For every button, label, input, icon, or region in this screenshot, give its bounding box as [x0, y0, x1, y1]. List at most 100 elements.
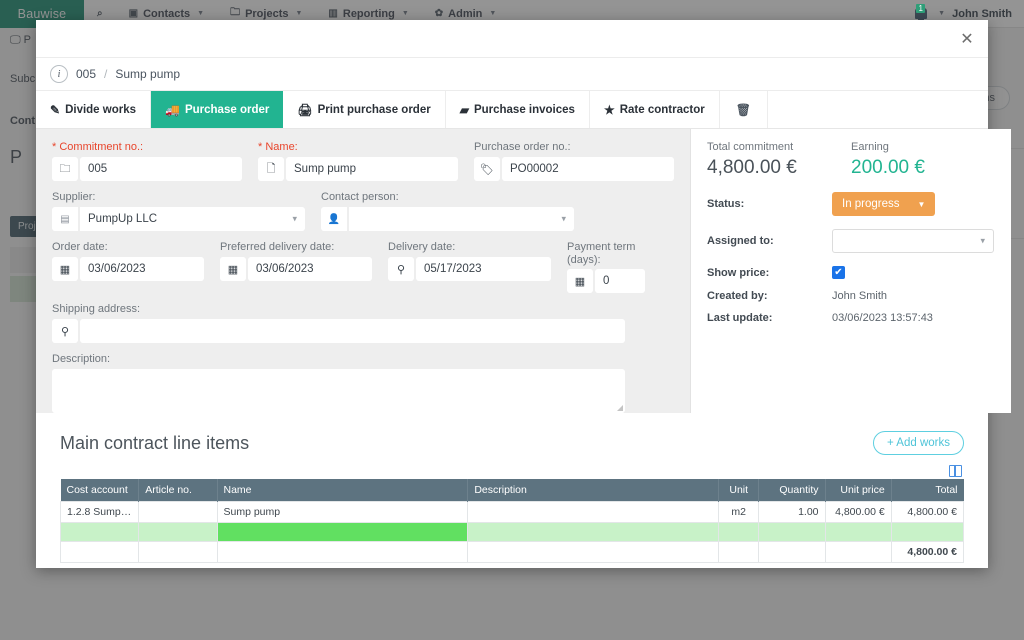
total-commitment: Total commitment 4,800.00 €	[707, 141, 851, 179]
order-date-input[interactable]: ▦ 03/06/2023	[52, 257, 204, 281]
line-items-table: Cost account Article no. Name Descriptio…	[59, 479, 965, 563]
breadcrumb-separator: /	[104, 67, 108, 81]
cell-total[interactable]: 4,800.00 €	[890, 501, 965, 523]
contact-person-value[interactable]	[349, 207, 574, 231]
commitment-no-label: * Commitment no.:	[52, 141, 144, 153]
status-row: Status: In progress ▼	[707, 192, 995, 216]
assigned-label: Assigned to:	[707, 235, 774, 247]
total-commitment-label: Total commitment	[707, 141, 794, 153]
tab-label: Purchase invoices	[473, 103, 575, 116]
show-price-row: Show price: ✔	[707, 266, 995, 279]
col-cost-account[interactable]: Cost account	[60, 479, 140, 502]
col-unit-price[interactable]: Unit price	[825, 479, 892, 502]
col-quantity[interactable]: Quantity	[758, 479, 826, 502]
commitment-no-value[interactable]: 005	[80, 157, 242, 181]
col-description[interactable]: Description	[467, 479, 720, 502]
cell-cost-account[interactable]: 1.2.8 Sump p...	[59, 501, 140, 523]
payment-term-input[interactable]: ▦ 0	[567, 269, 645, 293]
cell-article-no[interactable]	[138, 522, 218, 542]
purchase-order-modal: ✕ i 005 / Sump pump ✎ Divide works 🚚 Pur…	[36, 20, 1011, 568]
add-works-button[interactable]: + Add works	[873, 431, 964, 455]
calendar-icon: ▦	[52, 257, 78, 281]
purchase-order-no-value[interactable]: PO00002	[502, 157, 674, 181]
cell-article-no[interactable]	[138, 501, 218, 523]
description-textarea[interactable]	[52, 369, 625, 413]
name-input[interactable]: 🗋 Sump pump	[258, 157, 458, 181]
table-row-selected[interactable]	[59, 522, 965, 542]
delivery-date-value[interactable]: 05/17/2023	[416, 257, 551, 281]
col-name[interactable]: Name	[217, 479, 469, 502]
modal-header: ✕	[36, 20, 988, 57]
payment-term-value[interactable]: 0	[595, 269, 645, 293]
preferred-delivery-date-input[interactable]: ▦ 03/06/2023	[220, 257, 372, 281]
col-total[interactable]: Total	[891, 479, 964, 502]
close-icon[interactable]: ✕	[956, 29, 978, 49]
line-items-section: Main contract line items + Add works Cos…	[36, 413, 988, 568]
last-update-label: Last update:	[707, 312, 773, 324]
modal-tabs: ✎ Divide works 🚚 Purchase order 🖨 Print …	[36, 91, 988, 129]
cell-unit[interactable]: m2	[718, 501, 760, 523]
earning-label: Earning	[851, 141, 889, 153]
table-total-row: 4,800.00 €	[59, 541, 965, 563]
show-price-checkbox[interactable]: ✔	[832, 266, 845, 279]
status-label: Status:	[707, 198, 745, 210]
table-header-row: Cost account Article no. Name Descriptio…	[60, 479, 964, 502]
status-dropdown[interactable]: In progress ▼	[832, 192, 936, 216]
created-by-value: John Smith	[832, 290, 888, 302]
name-value[interactable]: Sump pump	[286, 157, 458, 181]
tab-print-purchase-order[interactable]: 🖨 Print purchase order	[283, 91, 446, 128]
contact-person-select[interactable]: 👤	[321, 207, 574, 231]
info-icon[interactable]: i	[50, 65, 68, 83]
column-picker[interactable]	[60, 465, 962, 477]
name-label: * Name:	[258, 141, 298, 153]
shipping-address-value[interactable]	[80, 319, 625, 343]
shipping-address-input[interactable]: ⚲	[52, 319, 625, 343]
tab-purchase-invoices[interactable]: ▰ Purchase invoices	[446, 91, 590, 128]
cell-unit[interactable]	[718, 522, 760, 542]
cell-unit	[718, 541, 760, 563]
delivery-date-input[interactable]: ⚲ 05/17/2023	[388, 257, 551, 281]
trash-icon: 🗑	[735, 102, 751, 117]
supplier-value[interactable]: PumpUp LLC	[80, 207, 305, 231]
truck-icon: 🚚	[165, 102, 180, 117]
tab-divide-works[interactable]: ✎ Divide works	[36, 91, 152, 128]
supplier-select[interactable]: ▤ PumpUp LLC	[52, 207, 305, 231]
cell-description[interactable]	[467, 522, 720, 542]
shipping-address-label: Shipping address:	[52, 303, 141, 315]
columns-icon[interactable]	[949, 465, 962, 477]
commitment-no-input[interactable]: 🗀 005	[52, 157, 242, 181]
required-marker: *	[258, 141, 263, 153]
cell-name[interactable]	[216, 522, 469, 542]
purchase-order-form: * Commitment no.: 🗀 005 * Name: 🗋 Sump p…	[36, 129, 691, 413]
cell-description[interactable]	[467, 501, 720, 523]
assigned-row: Assigned to:	[707, 229, 995, 253]
cell-name[interactable]: Sump pump	[216, 501, 469, 523]
required-marker: *	[52, 141, 57, 153]
purchase-order-no-input[interactable]: 🏷 PO00002	[474, 157, 674, 181]
modal-body: * Commitment no.: 🗀 005 * Name: 🗋 Sump p…	[36, 129, 1011, 413]
cell-cost-account	[59, 541, 140, 563]
calendar-icon: ▦	[220, 257, 246, 281]
cell-quantity[interactable]: 1.00	[758, 501, 826, 523]
line-items-title: Main contract line items	[60, 432, 250, 453]
star-icon: ★	[603, 102, 615, 117]
tab-rate-contractor[interactable]: ★ Rate contractor	[590, 91, 720, 128]
cell-unit-price[interactable]: 4,800.00 €	[824, 501, 892, 523]
col-article-no[interactable]: Article no.	[138, 479, 218, 502]
order-date-value[interactable]: 03/06/2023	[80, 257, 204, 281]
preferred-delivery-date-value[interactable]: 03/06/2023	[248, 257, 372, 281]
col-unit[interactable]: Unit	[718, 479, 760, 502]
cell-quantity[interactable]	[758, 522, 826, 542]
cell-cost-account[interactable]	[59, 522, 140, 542]
last-update-row: Last update: 03/06/2023 13:57:43	[707, 312, 995, 324]
cell-unit-price[interactable]	[824, 522, 892, 542]
person-icon: 👤	[321, 207, 347, 231]
tab-label: Print purchase order	[317, 103, 431, 116]
cell-total[interactable]	[890, 522, 965, 542]
table-row[interactable]: 1.2.8 Sump p... Sump pump m2 1.00 4,800.…	[59, 501, 965, 523]
delete-button[interactable]: 🗑	[720, 91, 768, 128]
tab-purchase-order[interactable]: 🚚 Purchase order	[151, 91, 284, 128]
document-icon: 🗋	[258, 157, 284, 181]
assigned-select[interactable]	[832, 229, 994, 253]
pencil-icon: ✎	[50, 102, 61, 117]
